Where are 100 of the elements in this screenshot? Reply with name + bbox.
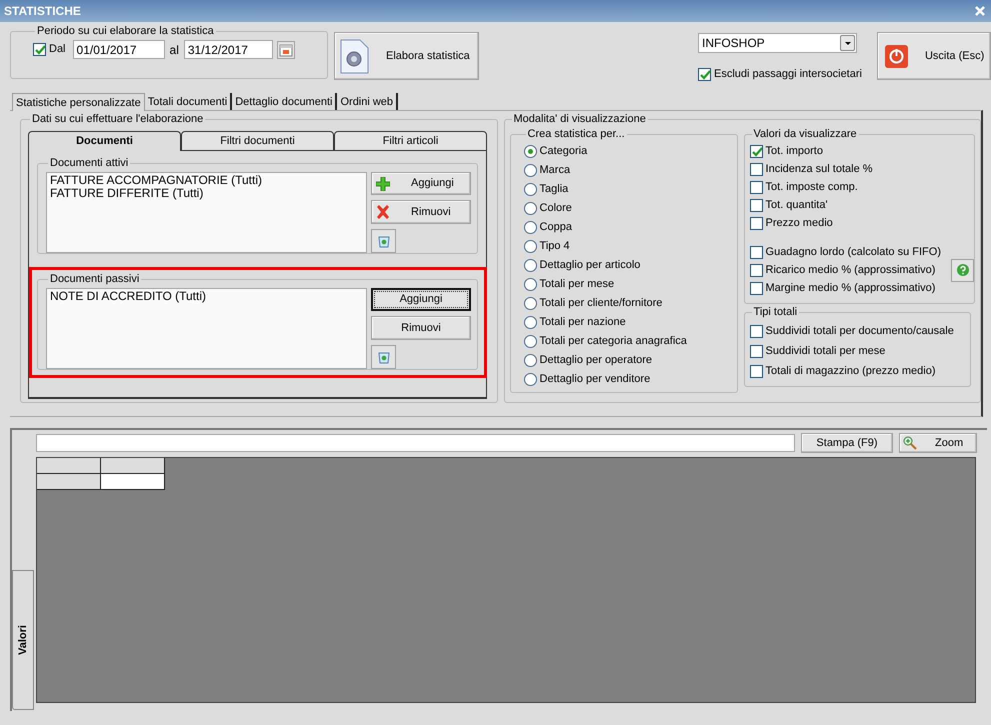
button[interactable]: Aggiungi: [371, 172, 471, 196]
radio-button[interactable]: [524, 297, 537, 310]
checkbox[interactable]: [698, 68, 711, 81]
checkbox-label: Margine medio % (approssimativo): [766, 280, 936, 296]
group-title: Periodo su cui elaborare la statistica: [36, 25, 215, 38]
checkbox[interactable]: [750, 324, 763, 338]
checkbox[interactable]: [750, 216, 763, 230]
tab[interactable]: Totali documenti: [144, 93, 232, 110]
radio-button[interactable]: [524, 354, 537, 367]
calendar-button[interactable]: [276, 40, 295, 58]
radio-button[interactable]: [524, 145, 537, 158]
tab[interactable]: Ordini web: [337, 93, 398, 110]
radio-button[interactable]: [524, 316, 537, 329]
calendar-icon: [278, 42, 293, 56]
recycle-button[interactable]: [371, 228, 396, 253]
button[interactable]: Rimuovi: [371, 316, 471, 340]
table-cell: [101, 474, 165, 490]
radio-button[interactable]: [524, 373, 537, 386]
close-button[interactable]: [973, 4, 987, 18]
button[interactable]: Stampa (F9): [801, 433, 893, 453]
checkbox[interactable]: [750, 282, 763, 294]
checkbox-label: Prezzo medio: [766, 216, 833, 231]
group-title: Documenti attivi: [49, 157, 130, 170]
table-cell: [101, 458, 165, 474]
radio-button[interactable]: [524, 259, 537, 272]
help-button[interactable]: [951, 258, 974, 282]
date-field[interactable]: 31/12/2017: [184, 40, 273, 59]
radio-label: Dettaglio per venditore: [540, 372, 650, 388]
tab[interactable]: Dettaglio documenti: [232, 93, 338, 110]
checkbox[interactable]: [750, 364, 763, 378]
dropdown[interactable]: INFOSHOP: [698, 33, 857, 53]
radio-button[interactable]: [524, 164, 537, 177]
tab[interactable]: Filtri articoli: [334, 131, 487, 151]
checkbox-label: Tot. quantita': [766, 198, 828, 213]
list-item[interactable]: NOTE DI ACCREDITO (Tutti): [50, 290, 363, 303]
caret-icon: [844, 40, 852, 46]
plus-icon: [376, 176, 390, 191]
tab[interactable]: Statistiche personalizzate: [12, 93, 145, 111]
window-title: STATISTICHE: [4, 3, 81, 20]
checkbox[interactable]: [750, 162, 763, 176]
checkbox[interactable]: [33, 43, 46, 56]
checkbox[interactable]: [750, 264, 763, 276]
checkbox-label: Ricarico medio % (approssimativo): [766, 262, 936, 278]
radio-label: Colore: [540, 201, 572, 216]
radio-label: Tipo 4: [540, 239, 570, 254]
list-item[interactable]: FATTURE DIFFERITE (Tutti): [50, 187, 363, 200]
checkbox-label: Guadagno lordo (calcolato su FIFO): [766, 244, 941, 260]
radio-label: Marca: [540, 163, 570, 178]
group-title: Crea statistica per...: [526, 128, 626, 141]
checkbox[interactable]: [750, 198, 763, 212]
radio-button[interactable]: [524, 202, 537, 215]
radio-button[interactable]: [524, 278, 537, 291]
button[interactable]: Rimuovi: [371, 200, 471, 224]
group-title: Valori da visualizzare: [752, 128, 858, 141]
close-icon: [974, 5, 986, 17]
bin-icon: [376, 350, 390, 364]
list-box[interactable]: NOTE DI ACCREDITO (Tutti): [46, 288, 367, 369]
checkbox-label: Suddividi totali per mese: [766, 344, 886, 359]
checkbox-label: Escludi passaggi intersocietari: [714, 67, 862, 82]
checkbox-label: Suddividi totali per documento/causale: [766, 324, 954, 339]
checkbox[interactable]: [750, 344, 763, 358]
date-field[interactable]: 01/01/2017: [72, 40, 165, 59]
zoom-icon: [903, 436, 917, 450]
radio-label: Totali per cliente/fornitore: [540, 296, 662, 312]
check-icon: [750, 146, 762, 156]
radio-button[interactable]: [524, 240, 537, 253]
checkbox[interactable]: [750, 246, 763, 258]
button[interactable]: Aggiungi: [371, 288, 471, 312]
radio-label: Taglia: [540, 182, 568, 198]
list-item[interactable]: FATTURE ACCOMPAGNATORIE (Tutti): [50, 174, 363, 187]
radio-button[interactable]: [524, 221, 537, 234]
group-title: Modalita' di visualizzazione: [512, 113, 647, 126]
button[interactable]: Zoom: [899, 433, 977, 453]
field-label: al: [170, 42, 179, 58]
radio-label: Dettaglio per operatore: [540, 353, 652, 368]
exit-button[interactable]: Uscita (Esc): [876, 32, 991, 80]
help-icon: [956, 264, 968, 276]
radio-button[interactable]: [524, 335, 537, 348]
radio-label: Totali per nazione: [540, 315, 626, 330]
checkbox[interactable]: [750, 180, 763, 194]
list-box[interactable]: FATTURE ACCOMPAGNATORIE (Tutti) FATTURE DIFFERITE (Tutti): [46, 172, 367, 253]
radio-label: Categoria: [540, 144, 588, 160]
text-field[interactable]: [36, 434, 795, 452]
process-button[interactable]: Elabora statistica: [334, 32, 479, 80]
dropdown-button[interactable]: [840, 35, 855, 51]
table-cell: [37, 474, 101, 490]
checkbox-label: Tot. importo: [766, 144, 823, 159]
power-icon: [884, 44, 908, 68]
checkbox[interactable]: [750, 144, 763, 158]
side-tab[interactable]: Valori: [12, 570, 34, 710]
radio-label: Dettaglio per articolo: [540, 258, 640, 274]
tab[interactable]: Documenti: [28, 131, 181, 151]
tab[interactable]: Filtri documenti: [181, 131, 334, 151]
recycle-button[interactable]: [371, 344, 396, 370]
table-cell: [37, 458, 101, 474]
radio-button[interactable]: [524, 183, 537, 196]
radio-label: Totali per mese: [540, 277, 614, 292]
checkbox-label: Tot. imposte comp.: [766, 180, 858, 195]
bin-icon: [376, 234, 390, 248]
check-icon: [699, 68, 710, 80]
